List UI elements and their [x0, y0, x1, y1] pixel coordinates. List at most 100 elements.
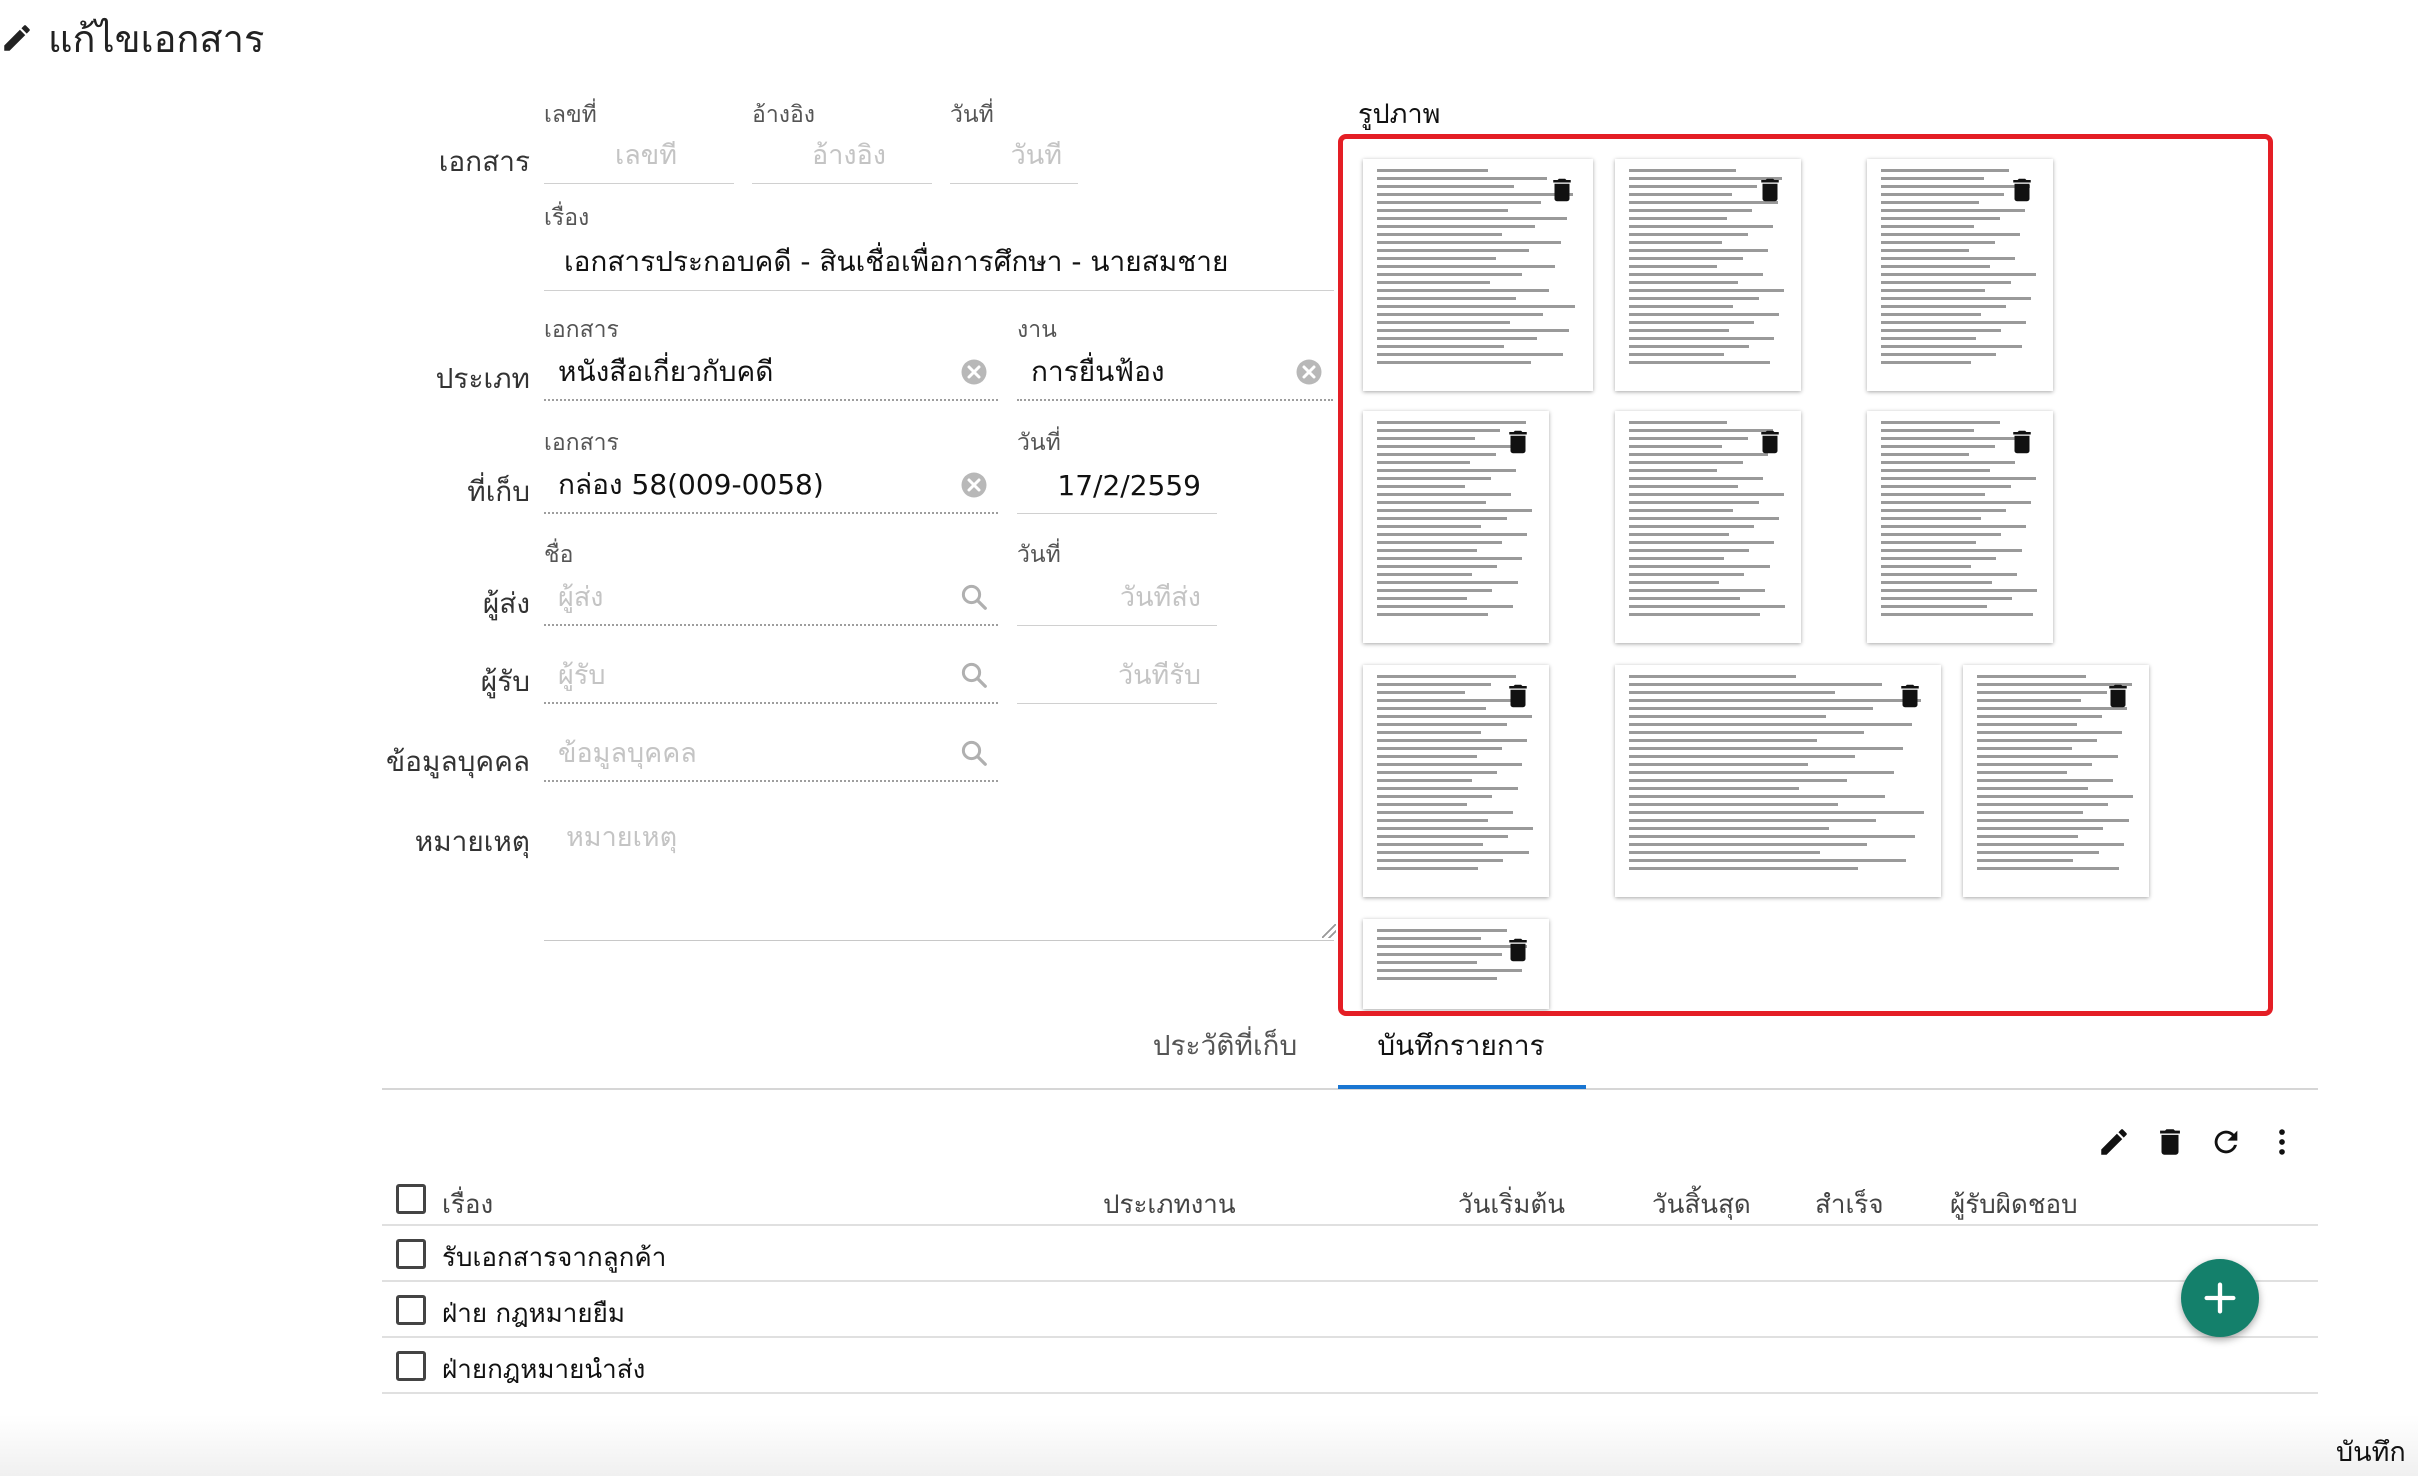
text-line: [1377, 731, 1482, 734]
add-task-button[interactable]: [2181, 1259, 2259, 1337]
number-input[interactable]: [544, 140, 734, 171]
delete-image-icon[interactable]: [1895, 681, 1925, 711]
text-line: [1377, 969, 1523, 972]
clear-storage-icon[interactable]: [958, 469, 990, 501]
text-line: [1377, 353, 1563, 356]
person-field[interactable]: [544, 726, 998, 782]
clear-doc-type-icon[interactable]: [958, 356, 990, 388]
image-thumbnail[interactable]: [1363, 411, 1549, 643]
sender-date-input[interactable]: [1017, 582, 1217, 613]
text-line: [1881, 517, 1981, 520]
column-header-completed[interactable]: สำเร็จ: [1815, 1184, 1884, 1225]
row-checkbox[interactable]: [396, 1239, 426, 1269]
text-line: [1377, 169, 1489, 172]
row-checkbox[interactable]: [396, 1351, 426, 1381]
document-date-input[interactable]: [950, 140, 1078, 171]
storage-doc-value[interactable]: กล่อง 58(009-0058): [544, 463, 958, 507]
text-line: [1377, 715, 1532, 718]
tab-task-log[interactable]: บันทึกรายการ: [1338, 1024, 1584, 1068]
column-header-owner[interactable]: ผู้รับผิดชอบ: [1950, 1184, 2078, 1225]
delete-image-icon[interactable]: [1547, 175, 1577, 205]
text-line: [1377, 787, 1518, 790]
receiver-field[interactable]: [544, 648, 998, 704]
edit-icon: [2101, 1129, 2127, 1155]
save-button[interactable]: บันทึก: [2336, 1430, 2406, 1473]
column-header-subject[interactable]: เรื่อง: [442, 1184, 493, 1225]
delete-image-icon[interactable]: [1503, 427, 1533, 457]
table-row[interactable]: ฝ่าย กฎหมายยืม: [382, 1283, 2318, 1337]
delete-image-icon[interactable]: [1755, 175, 1785, 205]
delete-image-icon[interactable]: [1503, 935, 1533, 965]
text-line: [1629, 185, 1757, 188]
sender-input[interactable]: [544, 581, 958, 613]
table-row[interactable]: รับเอกสารจากลูกค้า: [382, 1227, 2318, 1281]
text-line: [1629, 613, 1761, 616]
image-thumbnail[interactable]: [1363, 159, 1593, 391]
text-line: [1377, 605, 1513, 608]
work-type-field[interactable]: การยื่นฟ้อง: [1017, 345, 1333, 401]
image-thumbnail[interactable]: [1963, 665, 2149, 897]
person-input[interactable]: [544, 737, 958, 769]
image-thumbnail[interactable]: [1867, 159, 2053, 391]
table-row[interactable]: ฝ่ายกฎหมายนำส่ง: [382, 1339, 2318, 1393]
text-line: [1629, 779, 1847, 782]
sender-date-field[interactable]: [1017, 570, 1217, 626]
receiver-date-field[interactable]: [1017, 648, 1217, 704]
reference-input[interactable]: [752, 140, 932, 171]
text-line: [1629, 517, 1780, 520]
text-line: [1629, 501, 1759, 504]
delete-button[interactable]: [2150, 1122, 2190, 1162]
text-line: [1377, 779, 1472, 782]
image-thumbnail[interactable]: [1615, 411, 1801, 643]
storage-date-value[interactable]: 17/2/2559: [1017, 469, 1217, 502]
text-line: [1377, 437, 1475, 440]
edit-button[interactable]: [2094, 1122, 2134, 1162]
image-thumbnail[interactable]: [1615, 665, 1941, 897]
sender-field[interactable]: [544, 570, 998, 626]
document-date-field[interactable]: [950, 128, 1078, 184]
delete-image-icon[interactable]: [1755, 427, 1785, 457]
text-line: [1377, 835, 1509, 838]
image-gallery[interactable]: [1338, 134, 2273, 1016]
column-header-start-date[interactable]: วันเริ่มต้น: [1458, 1184, 1565, 1225]
remarks-textarea[interactable]: [566, 815, 1326, 935]
clear-work-type-icon[interactable]: [1293, 356, 1325, 388]
search-receiver-icon[interactable]: [958, 659, 990, 691]
delete-image-icon[interactable]: [1503, 681, 1533, 711]
textarea-resize-handle[interactable]: [1322, 924, 1336, 938]
plus-icon: [2204, 1282, 2236, 1314]
reference-field[interactable]: [752, 128, 932, 184]
delete-image-icon[interactable]: [2007, 175, 2037, 205]
delete-image-icon[interactable]: [2007, 427, 2037, 457]
search-person-icon[interactable]: [958, 737, 990, 769]
image-thumbnail[interactable]: [1615, 159, 1801, 391]
receiver-input[interactable]: [544, 659, 958, 691]
storage-doc-field[interactable]: กล่อง 58(009-0058): [544, 458, 998, 514]
search-sender-icon[interactable]: [958, 581, 990, 613]
column-header-end-date[interactable]: วันสิ้นสุด: [1652, 1184, 1751, 1225]
text-line: [1629, 289, 1784, 292]
text-line: [1629, 549, 1750, 552]
doc-type-value[interactable]: หนังสือเกี่ยวกับคดี: [544, 350, 958, 394]
subject-value[interactable]: เอกสารประกอบคดี - สินเชื่อเพื่อการศึกษา …: [544, 240, 1334, 284]
image-thumbnail[interactable]: [1363, 919, 1549, 1009]
tab-storage-history[interactable]: ประวัติที่เก็บ: [1130, 1024, 1320, 1068]
image-thumbnail[interactable]: [1363, 665, 1549, 897]
row-checkbox[interactable]: [396, 1295, 426, 1325]
work-type-value[interactable]: การยื่นฟ้อง: [1017, 350, 1293, 394]
more-button[interactable]: [2262, 1122, 2302, 1162]
select-all-checkbox[interactable]: [396, 1184, 426, 1214]
refresh-button[interactable]: [2206, 1122, 2246, 1162]
receiver-date-input[interactable]: [1017, 660, 1217, 691]
text-line: [1377, 445, 1521, 448]
image-thumbnail[interactable]: [1867, 411, 2053, 643]
text-line: [1881, 289, 1986, 292]
delete-image-icon[interactable]: [2103, 681, 2133, 711]
column-header-work-type[interactable]: ประเภทงาน: [1103, 1184, 1236, 1225]
storage-date-field[interactable]: 17/2/2559: [1017, 458, 1217, 514]
doc-type-field[interactable]: หนังสือเกี่ยวกับคดี: [544, 345, 998, 401]
text-line: [1881, 581, 1992, 584]
subject-field[interactable]: เอกสารประกอบคดี - สินเชื่อเพื่อการศึกษา …: [544, 233, 1334, 291]
number-field[interactable]: [544, 128, 734, 184]
text-line: [1977, 819, 2129, 822]
